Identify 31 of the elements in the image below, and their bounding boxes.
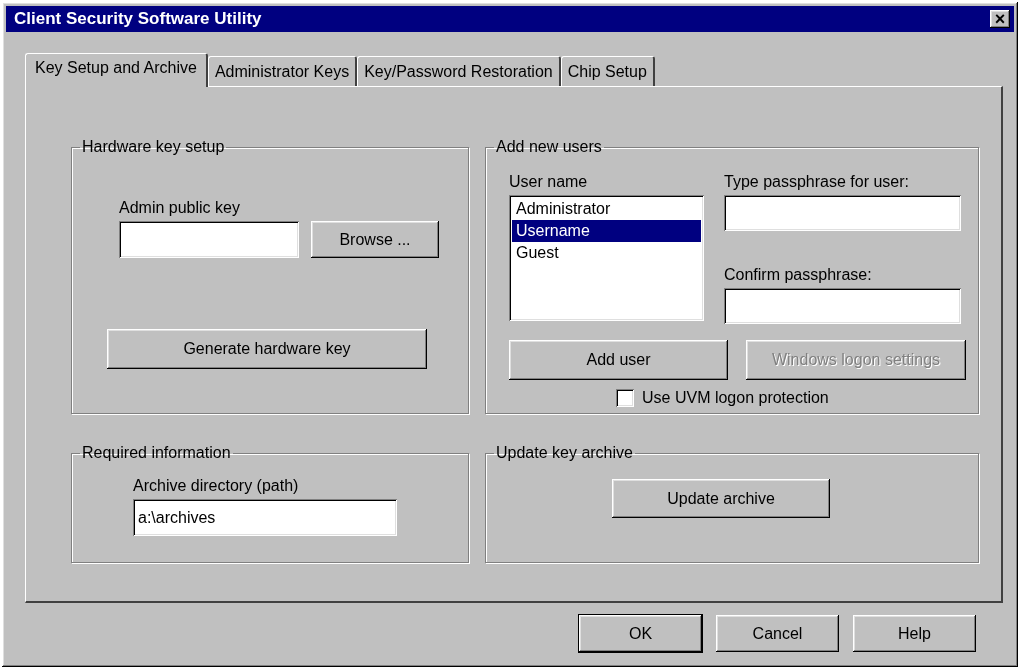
admin-key-field[interactable] (119, 221, 299, 258)
tab[interactable]: Administrator Keys (207, 56, 358, 86)
tab[interactable]: Key/Password Restoration (357, 56, 561, 86)
list-item[interactable]: Administrator (512, 198, 701, 220)
field-label: Archive directory (path) (133, 476, 300, 496)
browse-button[interactable]: Browse ... (311, 221, 439, 258)
update-archive-button[interactable]: Update archive (612, 479, 830, 518)
add-user-button[interactable]: Add user (509, 340, 728, 380)
field-label: Admin public key (119, 198, 241, 218)
list-item[interactable]: Username (512, 220, 701, 242)
checkbox[interactable] (616, 389, 634, 407)
dialog-button[interactable]: Help (853, 615, 976, 652)
confirm-passphrase-field[interactable] (724, 288, 961, 324)
dialog-button[interactable]: OK (579, 615, 702, 652)
group-title: Required information (81, 444, 232, 462)
archive-directory-field[interactable]: a:\archives (133, 499, 397, 536)
dialog-button[interactable]: Cancel (716, 615, 839, 652)
passphrase-field[interactable] (724, 195, 961, 231)
checkbox-label: Use UVM logon protection (642, 388, 829, 408)
window-title: Client Security Software Utility (14, 8, 262, 31)
generate-button[interactable]: Generate hardware key (107, 329, 427, 369)
field-label: Confirm passphrase: (724, 265, 873, 285)
field-label: Type passphrase for user: (724, 172, 910, 192)
group-title: Update key archive (495, 444, 634, 462)
close-button[interactable]: × (990, 10, 1010, 28)
list-label: User name (509, 172, 589, 192)
tab[interactable]: Chip Setup (560, 56, 655, 86)
list-item[interactable]: Guest (512, 242, 701, 264)
group-title: Hardware key setup (81, 138, 226, 156)
tab[interactable]: Key Setup and Archive (25, 53, 208, 87)
group-title: Add new users (495, 138, 603, 156)
